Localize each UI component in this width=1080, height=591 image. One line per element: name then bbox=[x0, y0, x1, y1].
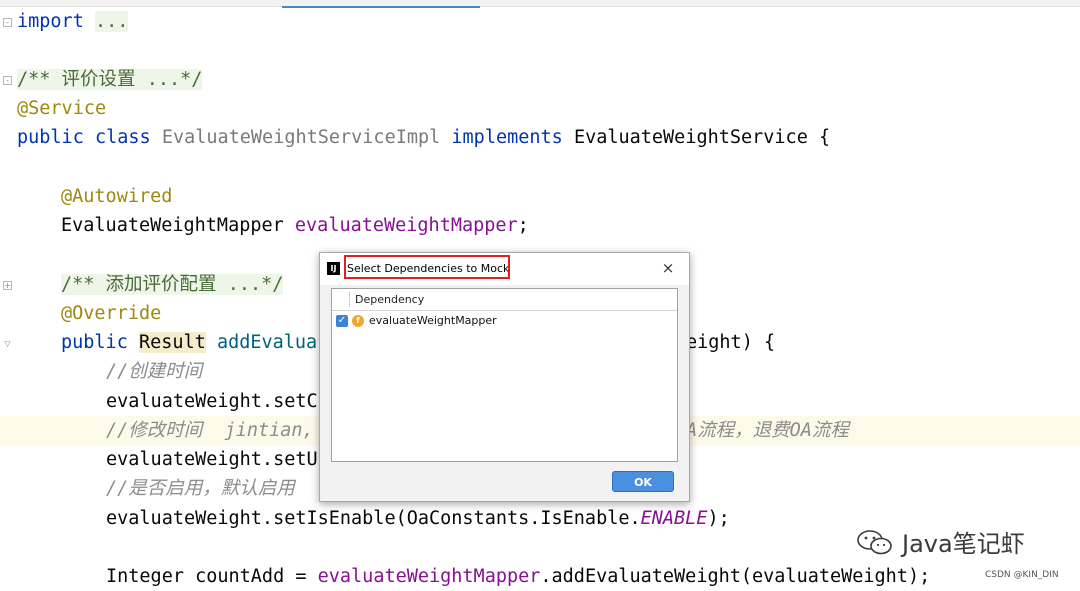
code-line: @Service bbox=[17, 95, 106, 123]
comment-tail: A流程，退费OA流程 bbox=[686, 420, 849, 441]
statement: evaluateWeight.setIsEnable(OaConstants.I… bbox=[106, 508, 641, 529]
column-header-dependency[interactable]: Dependency bbox=[355, 293, 424, 306]
comment: //修改时间 jintian, bbox=[106, 420, 314, 441]
checkbox[interactable]: ✓ bbox=[336, 315, 348, 327]
intellij-logo-icon: IJ bbox=[327, 262, 340, 275]
annotation: @Override bbox=[61, 303, 162, 324]
field-name: evaluateWeightMapper bbox=[317, 566, 541, 587]
keyword: public bbox=[17, 127, 84, 148]
annotation: @Autowired bbox=[61, 186, 173, 207]
keyword: class bbox=[94, 127, 151, 148]
code-line: evaluateWeight.setU bbox=[106, 446, 318, 474]
keyword: implements bbox=[451, 127, 563, 148]
code-line: import ... bbox=[17, 8, 129, 36]
code-line: //创建时间 bbox=[106, 358, 202, 386]
fold-icon[interactable]: + bbox=[3, 281, 12, 290]
statement-end: .addEvaluateWeight(evaluateWeight); bbox=[540, 566, 931, 587]
statement-end: ); bbox=[707, 508, 730, 529]
close-icon[interactable]: × bbox=[659, 259, 677, 277]
code-line: //修改时间 jintian, bbox=[106, 417, 314, 445]
code-line: /** 添加评价配置 ...*/ bbox=[61, 271, 284, 299]
statement: evaluateWeight.setC bbox=[106, 391, 318, 412]
folded-doc-comment[interactable]: /** 评价设置 ...*/ bbox=[17, 69, 203, 90]
dialog-title-bar[interactable]: IJ Select Dependencies to Mock × bbox=[320, 253, 689, 285]
field-name: evaluateWeightMapper bbox=[294, 215, 518, 236]
watermark-source: CSDN @KIN_DIN bbox=[985, 570, 1059, 580]
class-name: EvaluateWeightServiceImpl bbox=[161, 127, 441, 148]
table-header: Dependency bbox=[332, 289, 677, 311]
annotation: @Service bbox=[17, 98, 107, 119]
method-name: addEvalua bbox=[216, 332, 318, 353]
code-line: EvaluateWeightMapper evaluateWeightMappe… bbox=[61, 212, 529, 240]
code-line: //是否启用，默认启用 bbox=[106, 475, 295, 503]
code-line: evaluateWeight.setC bbox=[106, 388, 318, 416]
select-dependencies-dialog: IJ Select Dependencies to Mock × Depende… bbox=[319, 252, 690, 502]
code-line: /** 评价设置 ...*/ bbox=[17, 66, 203, 94]
code-line-tail: eight) { bbox=[686, 329, 775, 357]
code-line-tail: A流程，退费OA流程 bbox=[686, 417, 849, 445]
code-line: Integer countAdd = evaluateWeightMapper.… bbox=[106, 563, 930, 591]
dependency-label: evaluateWeightMapper bbox=[369, 314, 497, 327]
code-line: @Autowired bbox=[61, 183, 172, 211]
wechat-icon bbox=[857, 530, 892, 555]
comment: //创建时间 bbox=[106, 361, 203, 382]
fold-icon[interactable]: - bbox=[3, 18, 12, 27]
keyword: public bbox=[61, 332, 128, 353]
semicolon: ; bbox=[517, 215, 529, 236]
column-divider bbox=[349, 292, 350, 307]
return-type: Result bbox=[138, 332, 206, 353]
comment: //是否启用，默认启用 bbox=[106, 478, 295, 499]
field-icon: f bbox=[352, 315, 364, 327]
interface-name: EvaluateWeightService { bbox=[573, 127, 831, 148]
type-name: EvaluateWeightMapper bbox=[61, 215, 284, 236]
editor-gutter: - - + ▽ bbox=[0, 7, 15, 588]
ok-button[interactable]: OK bbox=[612, 471, 674, 492]
table-row[interactable]: ✓ f evaluateWeightMapper bbox=[332, 311, 677, 331]
folded-imports[interactable]: ... bbox=[94, 11, 129, 32]
method-fold-icon[interactable]: ▽ bbox=[3, 340, 12, 349]
code-line: public class EvaluateWeightServiceImpl i… bbox=[17, 124, 830, 152]
watermark-text: Java笔记虾 bbox=[902, 530, 1025, 558]
active-tab-indicator[interactable] bbox=[282, 0, 480, 8]
highlight-annotation-box bbox=[344, 255, 510, 279]
code-line: evaluateWeight.setIsEnable(OaConstants.I… bbox=[106, 505, 730, 533]
method-signature-tail: eight) { bbox=[686, 332, 776, 353]
fold-icon[interactable]: - bbox=[3, 76, 12, 85]
folded-doc-comment[interactable]: /** 添加评价配置 ...*/ bbox=[61, 274, 284, 295]
statement: evaluateWeight.setU bbox=[106, 449, 318, 470]
dependency-table: Dependency ✓ f evaluateWeightMapper bbox=[331, 288, 678, 462]
editor-tab-bar bbox=[0, 0, 1080, 8]
statement: Integer countAdd = bbox=[106, 566, 318, 587]
code-line: @Override bbox=[61, 300, 161, 328]
keyword: import bbox=[17, 11, 84, 32]
constant: ENABLE bbox=[640, 508, 708, 529]
code-line: public Result addEvalua bbox=[61, 329, 317, 357]
